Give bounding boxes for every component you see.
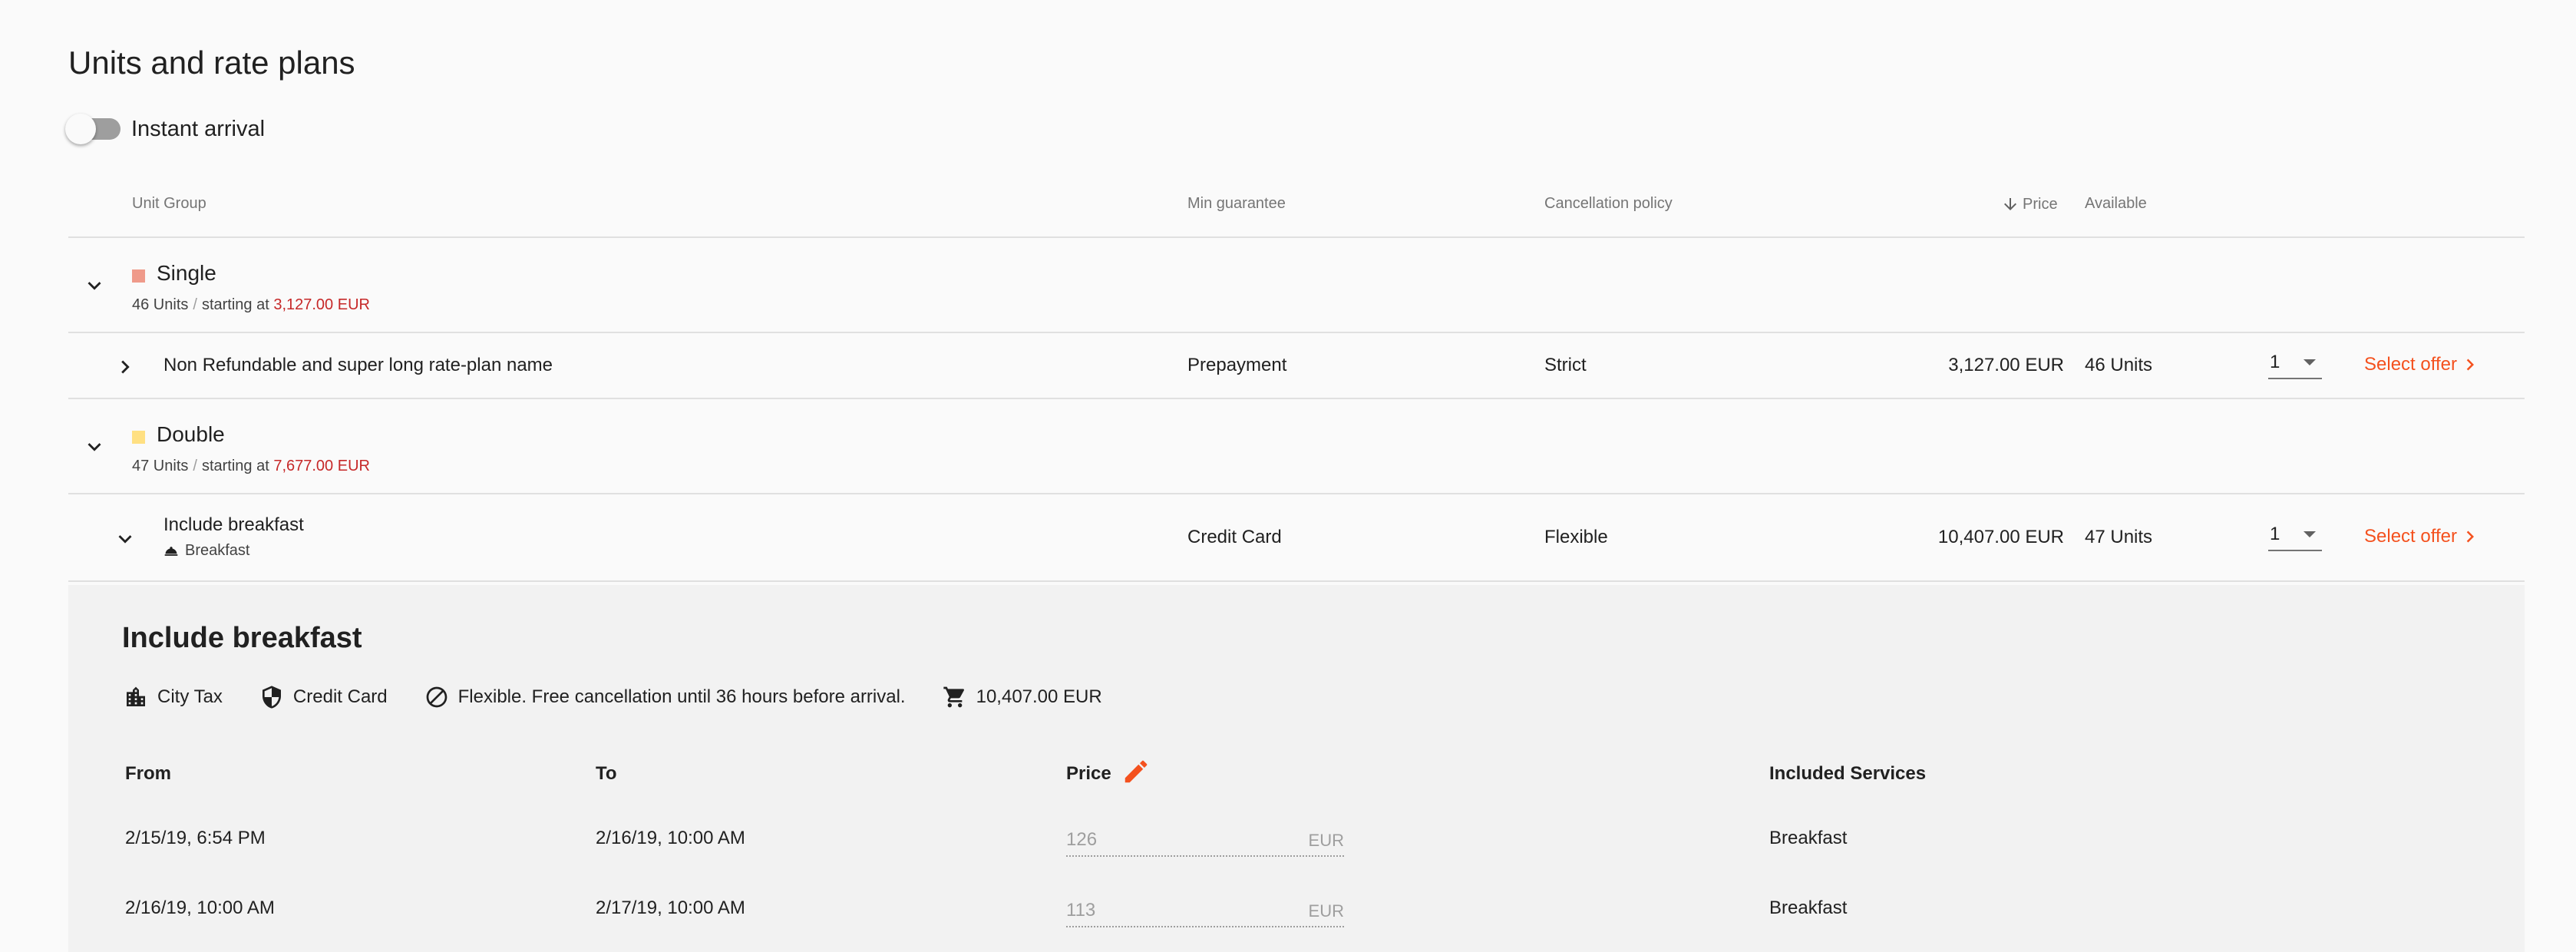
detail-title: Include breakfast	[122, 622, 362, 654]
group-summary: 46 Units / starting at 3,127.00 EUR	[132, 296, 370, 314]
block-icon	[426, 686, 447, 708]
row-to: 2/16/19, 10:00 AM	[596, 828, 745, 848]
price-input[interactable]	[1066, 828, 1266, 852]
info-guarantee-label: Credit Card	[292, 686, 388, 707]
separator: /	[193, 296, 197, 313]
info-total-label: 10,407.00 EUR	[976, 686, 1102, 707]
city-icon	[127, 686, 145, 706]
detail-info-row: City Tax Credit Card Flexible. Free canc…	[124, 682, 1139, 712]
rate-plan-row[interactable]: Non Refundable and super long rate-plan …	[68, 333, 2525, 399]
group-units: 47 Units	[132, 458, 189, 474]
arrow-down-icon	[2004, 198, 2016, 210]
separator: /	[193, 458, 197, 474]
price-input[interactable]	[1066, 898, 1266, 923]
select-offer-label: Select offer	[2364, 354, 2457, 375]
group-summary: 47 Units / starting at 7,677.00 EUR	[132, 458, 370, 475]
available-units: 46 Units	[2085, 355, 2153, 375]
col-price: Price	[1066, 763, 1111, 784]
rate-price: 10,407.00 EUR	[1937, 527, 2064, 547]
chevron-right-icon[interactable]	[110, 352, 140, 382]
available-units: 47 Units	[2085, 527, 2153, 547]
col-cancellation-policy[interactable]: Cancellation policy	[1544, 195, 1673, 213]
info-guarantee: Credit Card	[259, 685, 388, 709]
rate-plan-name: Include breakfast	[163, 514, 304, 535]
toggle-knob[interactable]	[65, 114, 96, 144]
units-and-rate-plans-page: Units and rate plans Instant arrival Uni…	[0, 0, 2576, 952]
info-city-tax: City Tax	[124, 685, 223, 709]
table-header: Unit Group Min guarantee Cancellation po…	[68, 177, 2525, 238]
chevron-down-icon[interactable]	[79, 431, 110, 462]
col-price-label: Price	[2023, 195, 2058, 213]
shield-icon	[262, 686, 281, 709]
price-input-field[interactable]: EUR	[1066, 821, 1344, 857]
min-guarantee: Prepayment	[1187, 355, 1287, 375]
info-tax-label: City Tax	[157, 686, 223, 707]
pencil-icon[interactable]	[1121, 757, 1151, 786]
currency-label: EUR	[1308, 831, 1344, 850]
select-offer-button[interactable]: Select offer	[2364, 525, 2482, 548]
rate-plan-name: Non Refundable and super long rate-plan …	[163, 355, 553, 375]
rate-plan-detail-panel: Include breakfast City Tax Credit Card F…	[68, 585, 2525, 952]
included-service: Breakfast	[163, 542, 249, 560]
row-from: 2/15/19, 6:54 PM	[125, 828, 266, 848]
dropdown-arrow-icon	[2304, 531, 2316, 537]
select-offer-label: Select offer	[2364, 526, 2457, 547]
row-services: Breakfast	[1769, 828, 1848, 848]
room-service-icon	[164, 546, 178, 556]
page-title: Units and rate plans	[68, 45, 355, 81]
unit-group-row-single[interactable]: Single 46 Units / starting at 3,127.00 EUR	[68, 238, 2525, 333]
col-from: From	[125, 763, 171, 784]
rate-plan-row[interactable]: Include breakfast Breakfast Credit Card …	[68, 494, 2525, 582]
chevron-right-icon	[2466, 359, 2474, 371]
starting-label: starting at	[201, 458, 269, 474]
chevron-right-icon	[2466, 531, 2474, 543]
min-guarantee: Credit Card	[1187, 527, 1282, 547]
quantity-select[interactable]: 1	[2268, 517, 2322, 551]
col-price[interactable]: Price	[2001, 195, 2058, 213]
select-offer-button[interactable]: Select offer	[2364, 353, 2482, 376]
toggle-label: Instant arrival	[131, 116, 266, 141]
group-color-swatch	[132, 269, 145, 283]
starting-label: starting at	[201, 296, 269, 313]
rate-plans-table: Unit Group Min guarantee Cancellation po…	[68, 177, 2525, 582]
toggle-track[interactable]	[65, 114, 121, 144]
cancellation-policy: Flexible	[1544, 527, 1608, 547]
chevron-down-icon[interactable]	[110, 524, 140, 554]
info-cancellation-label: Flexible. Free cancellation until 36 hou…	[457, 686, 906, 707]
starting-price: 3,127.00 EUR	[273, 296, 370, 313]
price-input-field[interactable]: EUR	[1066, 892, 1344, 927]
info-cancellation: Flexible. Free cancellation until 36 hou…	[424, 685, 906, 709]
col-to: To	[596, 763, 617, 784]
col-unit-group[interactable]: Unit Group	[132, 195, 206, 213]
group-units: 46 Units	[132, 296, 189, 313]
row-services: Breakfast	[1769, 897, 1848, 918]
info-total: 10,407.00 EUR	[943, 685, 1102, 709]
col-min-guarantee[interactable]: Min guarantee	[1187, 195, 1286, 213]
cancellation-policy: Strict	[1544, 355, 1587, 375]
row-from: 2/16/19, 10:00 AM	[125, 897, 275, 918]
quantity-select[interactable]: 1	[2268, 345, 2322, 379]
chevron-down-icon[interactable]	[79, 270, 110, 301]
col-included-services: Included Services	[1769, 763, 1927, 784]
group-name: Double	[157, 422, 225, 446]
dropdown-arrow-icon	[2304, 359, 2316, 365]
starting-price: 7,677.00 EUR	[273, 458, 370, 474]
cart-icon	[943, 686, 964, 708]
group-name: Single	[157, 261, 216, 285]
unit-group-row-double[interactable]: Double 47 Units / starting at 7,677.00 EUR	[68, 399, 2525, 494]
service-name: Breakfast	[185, 542, 250, 559]
instant-arrival-toggle[interactable]: Instant arrival	[65, 114, 266, 144]
row-to: 2/17/19, 10:00 AM	[596, 897, 745, 918]
group-color-swatch	[132, 431, 145, 444]
quantity-value: 1	[2270, 524, 2280, 544]
currency-label: EUR	[1308, 901, 1344, 921]
rate-price: 3,127.00 EUR	[1948, 355, 2064, 375]
quantity-value: 1	[2270, 352, 2280, 372]
col-available[interactable]: Available	[2085, 195, 2147, 213]
